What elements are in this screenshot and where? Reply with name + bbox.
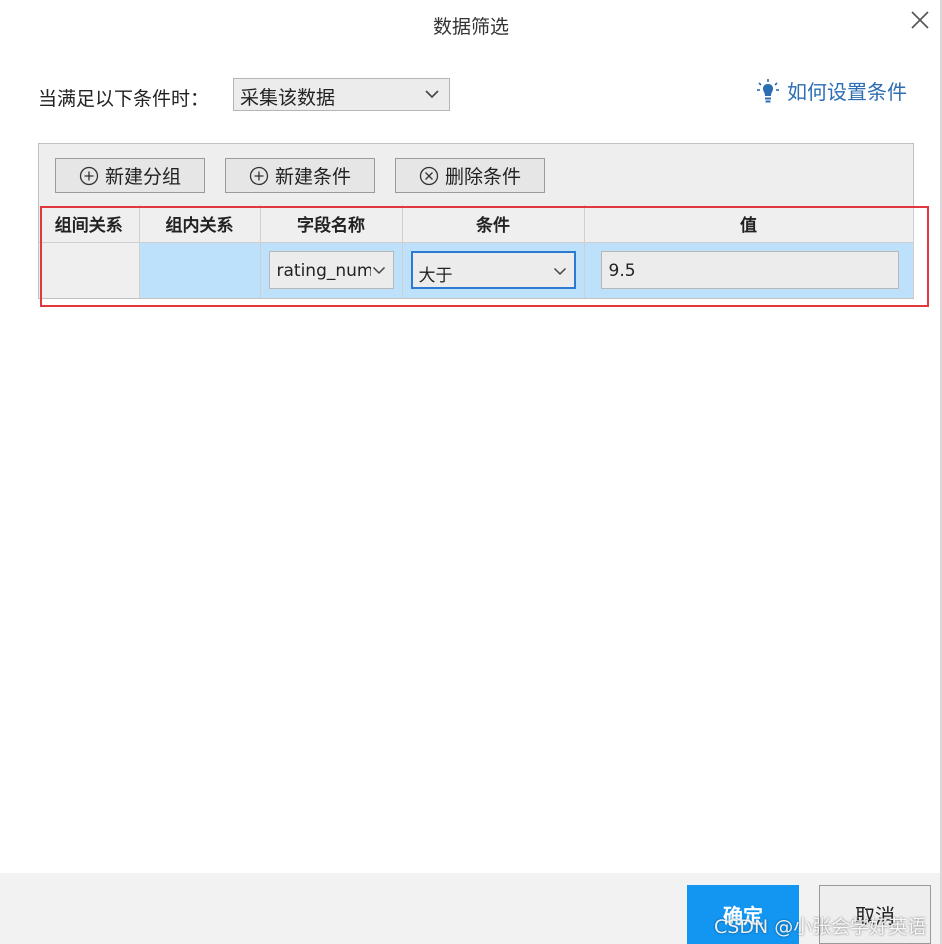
- dialog-title: 数据筛选: [432, 16, 509, 38]
- field-name-value: rating_num: [276, 261, 374, 281]
- value-input[interactable]: 9.5: [600, 251, 899, 289]
- condition-panel: 新建分组 新建条件 删除条件 组间关系 组内关系 字段名称 条件 值 ratin…: [38, 143, 914, 299]
- dialog-footer: [0, 873, 940, 944]
- header-value: 值: [584, 205, 914, 243]
- condition-select[interactable]: 大于: [410, 251, 576, 289]
- help-link[interactable]: 如何设置条件: [757, 76, 907, 105]
- table-row[interactable]: rating_num 大于 9.5: [39, 242, 914, 298]
- plus-circle-icon: [79, 166, 99, 185]
- condition-table: 组间关系 组内关系 字段名称 条件 值 rating_num 大于 9.5: [39, 205, 914, 298]
- data-filter-dialog: 数据筛选 当满足以下条件时： 采集该数据 如何设置条件 新建分组 新建条件 删除…: [0, 0, 942, 944]
- mode-select-value: 采集该数据: [240, 87, 336, 109]
- close-icon[interactable]: [908, 8, 932, 32]
- inner-relation-cell: [139, 242, 261, 298]
- ok-button[interactable]: 确定: [687, 885, 799, 944]
- group-relation-cell: [39, 242, 140, 298]
- condition-cell: 大于: [402, 242, 585, 298]
- lightbulb-icon: [757, 78, 779, 102]
- x-circle-icon: [419, 166, 439, 185]
- field-name-cell: rating_num: [260, 242, 403, 298]
- new-condition-button[interactable]: 新建条件: [225, 158, 375, 193]
- chevron-down-icon: [423, 85, 441, 103]
- header-condition: 条件: [402, 205, 585, 243]
- new-group-button[interactable]: 新建分组: [55, 158, 205, 193]
- mode-select[interactable]: 采集该数据: [233, 78, 450, 111]
- plus-circle-icon: [249, 166, 269, 185]
- condition-value: 大于: [418, 266, 453, 286]
- chevron-down-icon: [551, 263, 568, 279]
- condition-label: 当满足以下条件时：: [38, 88, 210, 110]
- field-name-select[interactable]: rating_num: [268, 251, 394, 289]
- cancel-button[interactable]: 取消: [819, 885, 931, 944]
- header-group-relation: 组间关系: [39, 205, 140, 243]
- new-condition-label: 新建条件: [274, 166, 351, 188]
- chevron-down-icon: [370, 262, 387, 278]
- new-group-label: 新建分组: [104, 166, 181, 188]
- help-link-label: 如何设置条件: [787, 80, 907, 104]
- condition-toolbar: 新建分组 新建条件 删除条件: [39, 144, 913, 205]
- value-cell: 9.5: [584, 242, 914, 298]
- header-field-name: 字段名称: [260, 205, 403, 243]
- delete-condition-button[interactable]: 删除条件: [395, 158, 545, 193]
- header-inner-relation: 组内关系: [139, 205, 261, 243]
- delete-condition-label: 删除条件: [444, 166, 521, 188]
- table-header-row: 组间关系 组内关系 字段名称 条件 值: [39, 205, 914, 243]
